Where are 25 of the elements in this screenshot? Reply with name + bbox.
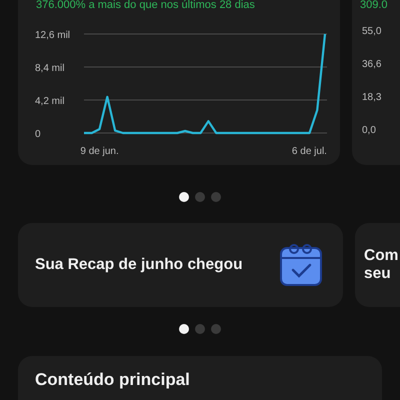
x-axis-label: 6 de jul. — [292, 146, 327, 157]
section-title: Conteúdo principal — [35, 370, 190, 389]
recap-title: Sua Recap de junho chegou — [35, 256, 243, 274]
y-axis-label: 36,6 — [362, 59, 382, 70]
growth-text: 309.0 — [360, 0, 388, 11]
page-dot[interactable] — [195, 192, 205, 202]
y-axis-label: 18,3 — [362, 92, 382, 103]
y-axis-label: 0 — [35, 129, 41, 140]
page-dot[interactable] — [195, 324, 205, 334]
y-axis-label: 55,0 — [362, 26, 382, 37]
recap-card[interactable]: Com seu — [355, 223, 400, 307]
y-axis-label: 4,2 mil — [35, 96, 64, 107]
calendar-check-icon — [277, 241, 325, 289]
y-axis-label: 8,4 mil — [35, 63, 64, 74]
recap-title: seu — [364, 265, 392, 283]
page-dot[interactable] — [179, 192, 189, 202]
page-dot[interactable] — [211, 192, 221, 202]
recap-card[interactable]: Sua Recap de junho chegou — [18, 223, 343, 307]
growth-text: 376.000% a mais do que nos últimos 28 dias — [36, 0, 255, 11]
recap-title: Com — [364, 247, 400, 265]
x-axis-label: 9 de jun. — [80, 146, 119, 157]
y-axis-label: 12,6 mil — [35, 30, 70, 41]
y-axis-label: 0,0 — [362, 125, 376, 136]
page-dot[interactable] — [211, 324, 221, 334]
page-dot[interactable] — [179, 324, 189, 334]
